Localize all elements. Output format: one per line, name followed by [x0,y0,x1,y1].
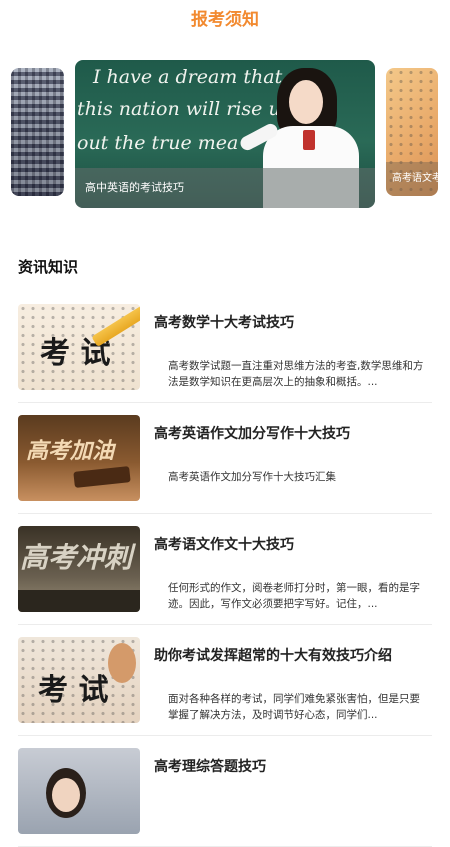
article-title: 高考语文作文十大技巧 [154,537,294,553]
article-thumbnail: 高考冲刺 [18,526,140,612]
article-summary: 任何形式的作文，阅卷老师打分时，第一眼，看的是字迹。因此，写作文必须要把字写好。… [168,582,420,610]
banner-carousel[interactable]: I have a dream that this nation will ris… [0,60,450,208]
article-title: 高考理综答题技巧 [154,759,266,775]
carousel-card-next[interactable]: 高考语文考 [386,68,438,196]
page-title: 报考须知 [191,10,259,30]
article-summary: 高考数学试题一直注重对思维方法的考查,数学思维和方法是数学知识在更高层次上的抽象… [168,360,424,388]
chalk-text-line: out the true mea [77,132,239,154]
page-header: 报考须知 [0,0,450,40]
article-title: 高考数学十大考试技巧 [154,315,294,331]
article-summary: 高考英语作文加分写作十大技巧汇集 [168,471,336,483]
section-title: 资讯知识 [18,258,79,276]
article-summary: 面对各种各样的考试，同学们难免紧张害怕，但是只要掌握了解决方法，及时调节好心态，… [168,693,420,721]
list-item[interactable]: 高考冲刺 高考语文作文十大技巧 任何形式的作文，阅卷老师打分时，第一眼，看的是字… [18,514,432,625]
list-item[interactable]: 考 试 助你考试发挥超常的十大有效技巧介绍 面对各种各样的考试，同学们难免紧张害… [18,625,432,736]
article-list: 考 试 高考数学十大考试技巧 高考数学试题一直注重对思维方法的考查,数学思维和方… [0,292,450,847]
article-thumbnail: 考 试 [18,637,140,723]
carousel-caption-next: 高考语文考 [386,162,438,196]
article-thumbnail: 考 试 [18,304,140,390]
article-thumbnail: 高考加油 [18,415,140,501]
carousel-card-prev[interactable] [11,68,64,196]
list-item[interactable]: 高考理综答题技巧 [18,736,432,847]
article-title: 高考英语作文加分写作十大技巧 [154,426,350,442]
carousel-card-current[interactable]: I have a dream that this nation will ris… [75,60,375,208]
article-thumbnail [18,748,140,834]
classroom-image [11,68,64,196]
article-title: 助你考试发挥超常的十大有效技巧介绍 [154,648,392,664]
list-item[interactable]: 高考加油 高考英语作文加分写作十大技巧 高考英语作文加分写作十大技巧汇集 [18,403,432,514]
list-item[interactable]: 考 试 高考数学十大考试技巧 高考数学试题一直注重对思维方法的考查,数学思维和方… [18,292,432,403]
carousel-caption: 高中英语的考试技巧 [75,168,375,208]
